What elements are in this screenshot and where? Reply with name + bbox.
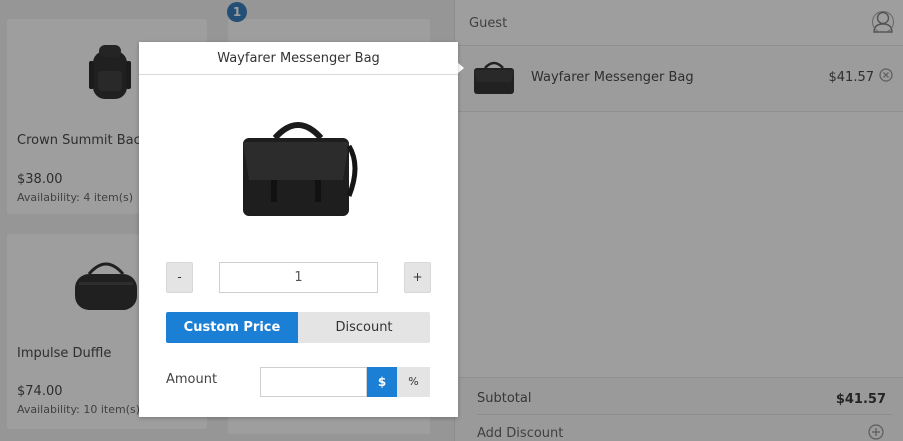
increase-quantity-button[interactable]: + — [404, 262, 431, 293]
popover-pointer — [457, 62, 464, 74]
amount-label: Amount — [166, 372, 218, 387]
messenger-bag-image — [243, 122, 358, 216]
custom-price-tab[interactable]: Custom Price — [166, 312, 298, 343]
edit-item-modal: Wayfarer Messenger Bag - + Custom Price … — [139, 42, 458, 417]
quantity-input[interactable] — [219, 262, 378, 293]
discount-tab[interactable]: Discount — [298, 312, 430, 343]
amount-input[interactable] — [260, 367, 367, 397]
percent-unit-button[interactable]: % — [397, 367, 430, 397]
dollar-unit-button[interactable]: $ — [367, 367, 397, 397]
decrease-quantity-button[interactable]: - — [166, 262, 193, 293]
modal-title: Wayfarer Messenger Bag — [139, 42, 458, 75]
